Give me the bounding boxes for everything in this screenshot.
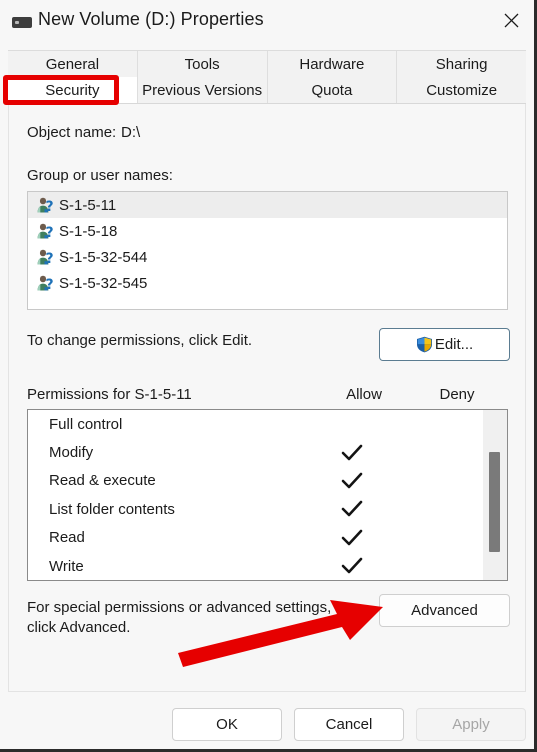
permissions-list[interactable]: Full control Modify Read & execute List …	[27, 409, 508, 581]
list-item[interactable]: ? S-1-5-32-545	[28, 270, 507, 296]
permission-name: Write	[49, 557, 84, 575]
permission-name: Modify	[49, 444, 94, 462]
list-item-label: S-1-5-32-544	[59, 248, 148, 266]
checkmark-icon	[341, 444, 363, 462]
unknown-user-icon: ?	[36, 196, 54, 214]
title-bar: New Volume (D:) Properties	[0, 0, 534, 45]
object-name-label: Object name:	[27, 124, 117, 141]
permission-allow-cell[interactable]	[314, 472, 390, 490]
advanced-button-label: Advanced	[411, 602, 478, 619]
tab-hardware[interactable]: Hardware	[268, 51, 398, 77]
permission-allow-cell[interactable]	[314, 500, 390, 518]
tab-row-1: General Tools Hardware Sharing	[8, 51, 526, 77]
tab-row-2: Security Previous Versions Quota Customi…	[8, 77, 526, 103]
cancel-button-label: Cancel	[325, 716, 373, 733]
object-name-value: D:\	[121, 124, 141, 141]
deny-column-header: Deny	[439, 386, 475, 403]
group-or-user-names-list[interactable]: ? S-1-5-11 ? S-1-5-18 ? S-1-5-32-544 ? S…	[27, 191, 508, 310]
permissions-scrollbar[interactable]	[483, 410, 507, 580]
uac-shield-icon	[416, 336, 433, 353]
ok-button[interactable]: OK	[172, 708, 282, 741]
tab-tools[interactable]: Tools	[138, 51, 268, 77]
unknown-user-icon: ?	[36, 248, 54, 266]
close-icon	[504, 13, 518, 27]
edit-button-label: Edit...	[434, 336, 474, 353]
tab-security[interactable]: Security	[8, 77, 138, 103]
cancel-button[interactable]: Cancel	[294, 708, 404, 741]
scrollbar-thumb[interactable]	[489, 452, 500, 552]
permissions-for-label: Permissions for S-1-5-11	[27, 386, 192, 403]
group-or-user-names-label: Group or user names:	[27, 167, 173, 184]
allow-column-header: Allow	[346, 386, 382, 403]
table-row[interactable]: Read & execute	[28, 467, 484, 495]
security-tab-panel: Object name: D:\ Group or user names: ? S…	[8, 104, 526, 692]
table-row[interactable]: Full control	[28, 410, 484, 438]
unknown-user-icon: ?	[36, 222, 54, 240]
advanced-hint-text: For special permissions or advanced sett…	[27, 599, 332, 636]
tab-quota[interactable]: Quota	[268, 77, 398, 103]
permission-name: Read & execute	[49, 472, 156, 490]
table-row[interactable]: Modify	[28, 438, 484, 466]
ok-button-label: OK	[216, 716, 238, 733]
list-item-label: S-1-5-11	[59, 196, 117, 214]
permission-allow-cell[interactable]	[314, 444, 390, 462]
list-item[interactable]: ? S-1-5-18	[28, 218, 507, 244]
edit-button[interactable]: Edit...	[379, 328, 510, 361]
close-button[interactable]	[488, 0, 534, 40]
edit-hint-text: To change permissions, click Edit.	[27, 332, 253, 349]
tab-previous-versions[interactable]: Previous Versions	[138, 77, 268, 103]
unknown-user-icon: ?	[36, 274, 54, 292]
dialog-footer: OK Cancel Apply	[0, 692, 534, 749]
window-title: New Volume (D:) Properties	[38, 9, 264, 29]
table-row[interactable]: List folder contents	[28, 495, 484, 523]
table-row[interactable]: Write	[28, 552, 484, 580]
object-name-row: Object name: D:\	[27, 124, 140, 141]
list-item[interactable]: ? S-1-5-11	[28, 192, 507, 218]
tab-strip: General Tools Hardware Sharing Security …	[8, 50, 526, 104]
hard-drive-icon	[12, 17, 32, 28]
list-item-label: S-1-5-32-545	[59, 274, 148, 292]
properties-dialog: New Volume (D:) Properties General Tools…	[0, 0, 537, 752]
permission-name: List folder contents	[49, 500, 175, 518]
apply-button: Apply	[416, 708, 526, 741]
checkmark-icon	[341, 472, 363, 490]
permission-name: Full control	[49, 415, 123, 433]
permission-allow-cell[interactable]	[314, 529, 390, 547]
checkmark-icon	[341, 557, 363, 575]
table-row[interactable]: Read	[28, 524, 484, 552]
tab-customize[interactable]: Customize	[397, 77, 526, 103]
permission-allow-cell[interactable]	[314, 557, 390, 575]
checkmark-icon	[341, 529, 363, 547]
checkmark-icon	[341, 500, 363, 518]
tab-general[interactable]: General	[8, 51, 138, 77]
tab-sharing[interactable]: Sharing	[397, 51, 526, 77]
advanced-button[interactable]: Advanced	[379, 594, 510, 627]
apply-button-label: Apply	[452, 716, 490, 733]
permission-name: Read	[49, 529, 85, 547]
list-item-label: S-1-5-18	[59, 222, 118, 240]
list-item[interactable]: ? S-1-5-32-544	[28, 244, 507, 270]
